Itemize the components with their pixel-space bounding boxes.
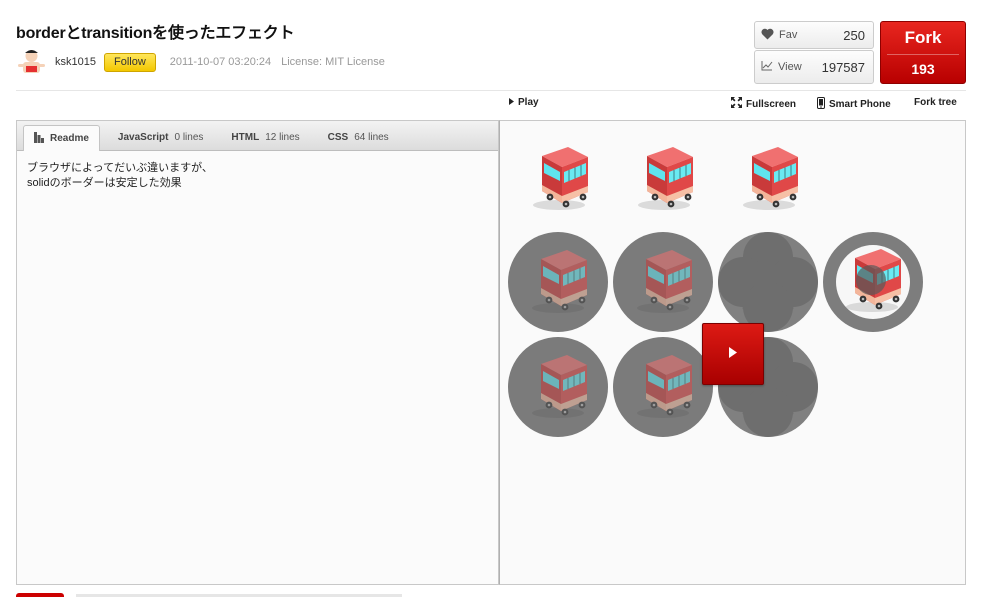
bordered-bus-circle[interactable] [508, 232, 608, 332]
view-stat: View 197587 [754, 50, 874, 84]
bus-image [531, 354, 588, 419]
tab-label: JavaScript [117, 132, 169, 143]
fav-count: 250 [843, 27, 865, 43]
tab-readme[interactable]: Readme [23, 125, 100, 151]
editor-tabs: Readme JavaScript 0 lines HTML 12 lines … [17, 121, 498, 151]
author-meta: ksk1015 Follow 2011-10-07 03:20:24 Licen… [16, 46, 385, 78]
bordered-bus-circle[interactable] [823, 232, 923, 332]
bus-image[interactable] [528, 145, 590, 211]
bordered-bus-circle[interactable] [613, 232, 713, 332]
license-text: License: MIT License [281, 56, 385, 68]
fork-button[interactable]: Fork 193 [880, 21, 966, 84]
view-count: 197587 [821, 59, 865, 75]
editor-panel: Readme JavaScript 0 lines HTML 12 lines … [16, 120, 499, 585]
bus-image [531, 249, 588, 314]
author-username[interactable]: ksk1015 [55, 56, 96, 68]
fullscreen-label: Fullscreen [746, 98, 797, 110]
tab-css[interactable]: CSS 64 lines [318, 125, 399, 150]
avatar[interactable] [16, 47, 47, 78]
tab-line-count: 64 lines [354, 132, 389, 143]
tab-label: Readme [50, 133, 89, 144]
fav-button[interactable]: Fav 250 [754, 21, 874, 49]
bus-image[interactable] [738, 145, 800, 211]
follow-button[interactable]: Follow [103, 52, 156, 72]
tab-line-count: 12 lines [265, 132, 300, 143]
tab-javascript[interactable]: JavaScript 0 lines [108, 125, 214, 150]
smartphone-link[interactable]: Smart Phone [817, 97, 891, 112]
fork-tree-link[interactable]: Fork tree [914, 97, 957, 108]
tab-line-count: 0 lines [174, 132, 204, 143]
fullscreen-icon [731, 97, 742, 111]
tab-label: CSS [327, 132, 349, 143]
readme-icon [34, 131, 44, 146]
bordered-bus-circle[interactable] [613, 337, 713, 437]
bus-image [636, 249, 693, 314]
bus-image[interactable] [633, 145, 695, 211]
tab-label: HTML [231, 132, 260, 143]
play-link[interactable]: Play [509, 97, 539, 108]
play-overlay-button[interactable] [702, 323, 764, 385]
fullscreen-link[interactable]: Fullscreen [731, 97, 796, 111]
play-label: Play [518, 97, 539, 108]
transition-blob [743, 387, 793, 437]
play-icon [729, 345, 737, 363]
fork-tree-label: Fork tree [914, 97, 957, 108]
readme-line: solidのボーダーは安定した効果 [27, 177, 182, 189]
transition-blob [856, 265, 886, 295]
tab-html[interactable]: HTML 12 lines [221, 125, 309, 150]
smartphone-label: Smart Phone [829, 99, 891, 110]
post-date: 2011-10-07 03:20:24 [169, 56, 272, 68]
heart-icon [761, 28, 774, 43]
chart-icon [761, 60, 773, 74]
bus-image [636, 354, 693, 419]
smartphone-icon [817, 97, 825, 112]
bottom-red-tab[interactable] [16, 593, 64, 597]
view-label: View [778, 61, 802, 73]
bordered-bus-circle[interactable] [508, 337, 608, 437]
page-title: borderとtransitionを使ったエフェクト [16, 25, 295, 42]
fork-divider [887, 54, 959, 55]
preview-panel[interactable] [499, 120, 966, 585]
readme-line: ブラウザによってだいぶ違いますが、 [27, 162, 213, 174]
fork-label: Fork [904, 28, 942, 47]
fav-label: Fav [779, 29, 798, 41]
header-divider [16, 90, 966, 91]
play-triangle-icon [509, 97, 514, 108]
readme-content: ブラウザによってだいぶ違いますが、 solidのボーダーは安定した効果 [17, 151, 498, 201]
bordered-bus-circle[interactable] [718, 232, 818, 332]
fork-count: 193 [911, 61, 935, 77]
